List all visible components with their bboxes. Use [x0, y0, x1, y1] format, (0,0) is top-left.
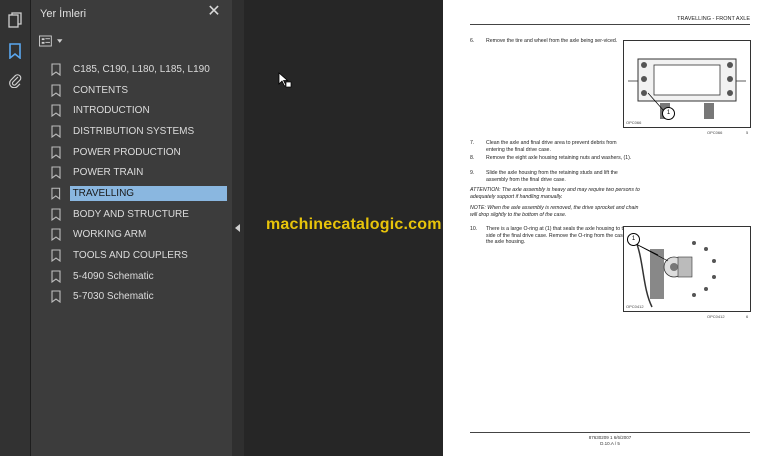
bookmark-icon	[51, 83, 61, 97]
bookmark-label: DISTRIBUTION SYSTEMS	[73, 125, 195, 137]
bookmark-label: C185, C190, L180, L185, L190	[73, 63, 210, 75]
bookmark-label: CONTENTS	[73, 84, 128, 96]
figure-number: 6	[746, 314, 749, 319]
bookmark-item[interactable]: DISTRIBUTION SYSTEMS	[47, 121, 227, 142]
bookmark-item[interactable]: POWER TRAIN	[47, 162, 227, 183]
bookmark-item[interactable]: C185, C190, L180, L185, L190	[47, 59, 227, 80]
bookmark-item[interactable]: 5-7030 Schematic	[47, 287, 227, 308]
figure-code: OPC066	[626, 120, 642, 125]
figure-oring: 1 OPC0412	[623, 226, 751, 312]
mouse-cursor-icon	[278, 72, 292, 88]
bookmark-label: 5-7030 Schematic	[73, 291, 154, 303]
collapse-panel-icon[interactable]	[235, 224, 240, 232]
bookmark-icon	[51, 270, 61, 283]
navigation-tool-strip	[0, 0, 31, 456]
step-text: Remove the tire and wheel from the axle …	[486, 38, 618, 44]
figure-axle: 1 OPC066	[623, 40, 751, 128]
close-icon: ✕	[207, 3, 221, 20]
chevron-down-icon	[56, 38, 63, 43]
bookmark-label: 5-4090 Schematic	[73, 270, 154, 282]
bookmark-label: TRAVELLING	[69, 185, 227, 201]
step-text: Clean the axle and final drive area to p…	[486, 140, 617, 153]
bookmark-item[interactable]: CONTENTS	[47, 80, 227, 101]
figure-callout: 1	[662, 107, 675, 120]
step-text: There is a large O-ring at (1) that seal…	[486, 226, 632, 245]
bookmark-label: BODY AND STRUCTURE	[73, 208, 189, 220]
page-header: TRAVELLING - FRONT AXLE	[677, 16, 750, 22]
bookmark-icon	[51, 208, 61, 221]
bookmark-item[interactable]: POWER PRODUCTION	[47, 142, 227, 163]
step-number: 8.	[470, 155, 475, 161]
bookmark-label: POWER PRODUCTION	[73, 146, 181, 158]
watermark-text: machinecatalogic.com	[266, 216, 442, 233]
document-page: TRAVELLING - FRONT AXLE 6. Remove the ti…	[443, 0, 768, 456]
pages-icon[interactable]	[5, 10, 25, 30]
bookmark-item[interactable]: TOOLS AND COUPLERS	[47, 245, 227, 266]
bookmark-label: WORKING ARM	[73, 229, 147, 241]
step-text: Remove the eight axle housing retaining …	[486, 155, 632, 161]
figure-caption: OPC0412	[707, 314, 725, 319]
oring-diagram-icon	[633, 236, 716, 308]
step-number: 7.	[470, 140, 475, 146]
bookmark-list: C185, C190, L180, L185, L190 CONTENTS INTR…	[47, 59, 227, 307]
bookmark-label: INTRODUCTION	[73, 105, 150, 117]
footer-page-ref: D.10.A / 5	[600, 441, 620, 446]
bookmarks-panel: Yer İmleri ✕ C185, C190, L180, L185, L19…	[31, 0, 232, 456]
bookmark-icon	[51, 63, 61, 76]
bookmark-item[interactable]: BODY AND STRUCTURE	[47, 204, 227, 225]
figure-callout: 1	[627, 233, 640, 246]
figure-number: 5	[746, 130, 749, 135]
bookmark-icon	[51, 125, 61, 138]
footer-doc-number: 87630209 1 6/6/2007	[588, 435, 632, 440]
attention-note: ATTENTION: The axle assembly is heavy an…	[470, 187, 640, 200]
bookmark-label: POWER TRAIN	[73, 167, 144, 179]
options-menu-icon	[39, 35, 52, 47]
step-number: 10.	[470, 226, 478, 232]
bookmark-icon	[51, 146, 61, 159]
bookmark-icon	[51, 166, 61, 180]
bookmark-icon	[51, 228, 61, 242]
step-text: Slide the axle housing from the retainin…	[486, 170, 618, 183]
bookmark-item[interactable]: INTRODUCTION	[47, 100, 227, 121]
bookmark-icon	[51, 104, 61, 118]
bookmark-icon	[51, 249, 61, 263]
step-number: 9.	[470, 170, 475, 176]
bookmark-icon[interactable]	[5, 41, 25, 61]
header-divider	[470, 24, 750, 25]
footer-divider	[470, 432, 750, 433]
close-panel-button[interactable]: ✕	[206, 4, 222, 20]
panel-title: Yer İmleri	[40, 8, 87, 20]
bookmark-item[interactable]: WORKING ARM	[47, 225, 227, 246]
axle-diagram-icon	[628, 58, 746, 119]
bookmark-icon	[51, 290, 61, 304]
figure-code: OPC0412	[626, 304, 644, 309]
bookmark-icon	[51, 187, 61, 200]
bookmark-options-button[interactable]	[39, 33, 63, 49]
figure-caption: OPC066	[707, 130, 723, 135]
bookmark-item[interactable]: TRAVELLING	[47, 183, 227, 204]
bookmark-label: TOOLS AND COUPLERS	[73, 250, 188, 262]
step-number: 6.	[470, 38, 475, 44]
note-text: NOTE: When the axle assembly is removed,…	[470, 205, 639, 218]
attachment-icon[interactable]	[5, 70, 25, 90]
bookmark-item[interactable]: 5-4090 Schematic	[47, 266, 227, 287]
